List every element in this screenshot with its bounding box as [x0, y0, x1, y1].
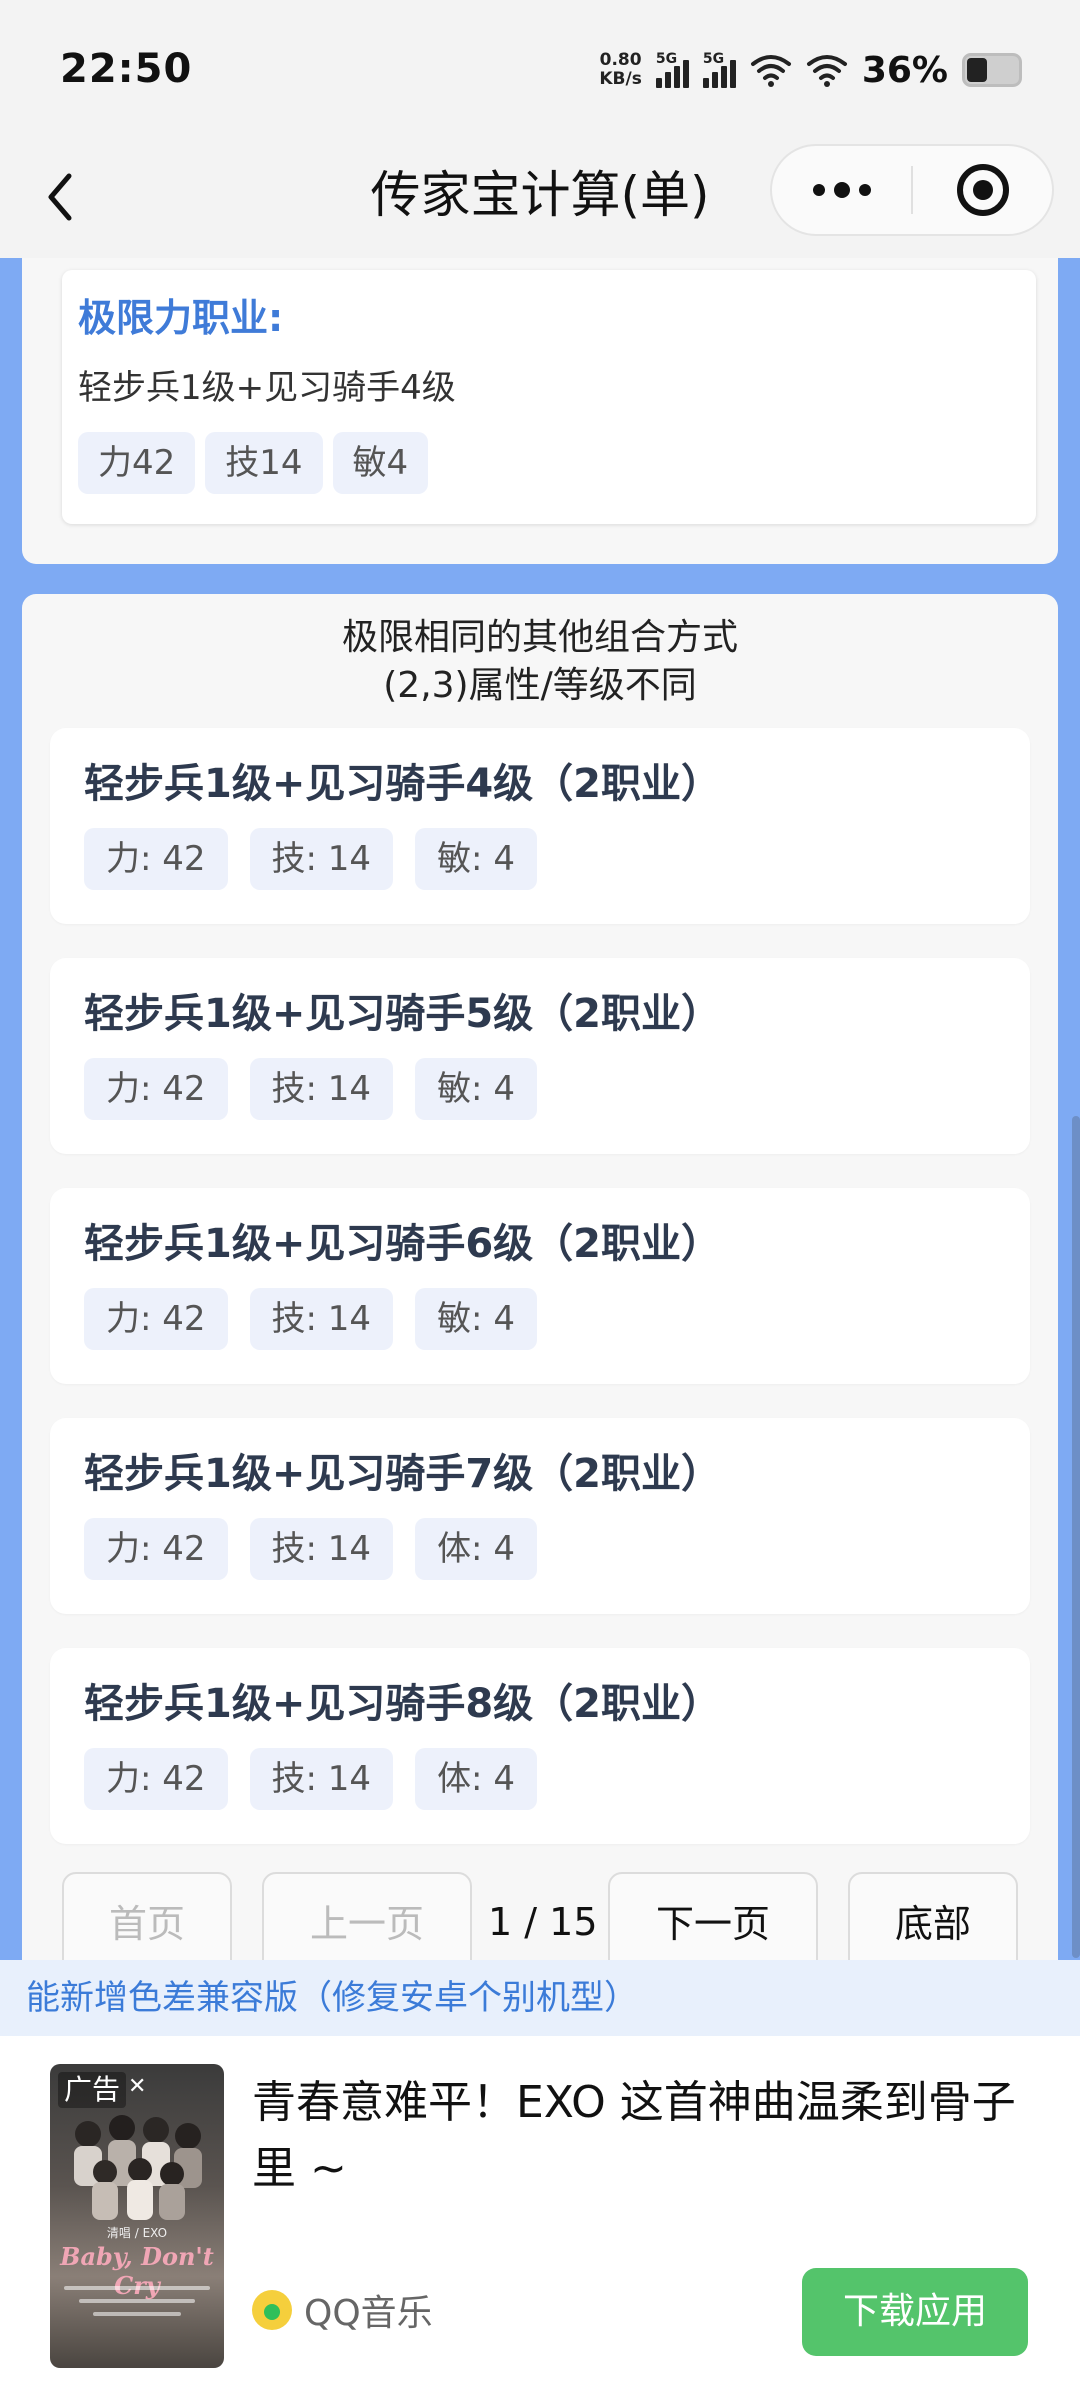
page-indicator: 1 / 15: [488, 1900, 598, 1944]
ad-banner[interactable]: 广告 ✕ 清唱 / EXO Baby, Don't Cry 青春意难平！EXO …: [0, 2036, 1080, 2400]
stat-chip: 敏4: [332, 432, 429, 494]
combos-panel: 极限相同的其他组合方式 (2,3)属性/等级不同 轻步兵1级+见习骑手4级（2职…: [22, 594, 1058, 1960]
prev-page-button[interactable]: 上一页: [262, 1872, 472, 1960]
battery-percent: 36%: [861, 49, 948, 91]
stat-chip: 技14: [205, 432, 323, 494]
bottom-button[interactable]: 底部: [848, 1872, 1018, 1960]
main-content[interactable]: 极限力职业: 轻步兵1级+见习骑手4级 力42 技14 敏4 极限相同的其他组合…: [0, 258, 1080, 1960]
pagination: 首页 上一页 1 / 15 下一页 底部: [40, 1872, 1040, 1960]
stat-chip: 体: 4: [415, 1748, 537, 1810]
combo-title: 轻步兵1级+见习骑手4级（2职业）: [84, 761, 722, 807]
navigation-bar: 传家宝计算(单): [0, 140, 1080, 258]
stat-chip: 力: 42: [84, 1058, 228, 1120]
combo-stats: 力: 42 技: 14 体: 4: [84, 1748, 996, 1810]
ad-poster-image[interactable]: 广告 ✕ 清唱 / EXO Baby, Don't Cry: [50, 2064, 224, 2368]
signal-icon: 5G: [702, 51, 736, 88]
close-mini-program-button[interactable]: [913, 146, 1052, 234]
stat-chip: 敏: 4: [415, 1058, 537, 1120]
more-dot-icon: [858, 184, 871, 196]
stat-chip: 力: 42: [84, 1518, 228, 1580]
battery-icon: [962, 53, 1022, 87]
poster-subtitle: 清唱 / EXO: [106, 2226, 168, 2240]
limit-description: 轻步兵1级+见习骑手4级: [78, 368, 456, 408]
stat-chip: 技: 14: [249, 1058, 394, 1120]
hotspot-wifi-icon: [750, 55, 791, 87]
more-dot-icon: [812, 184, 825, 196]
stat-chip: 技: 14: [249, 1748, 394, 1810]
stat-chip: 体: 4: [415, 1518, 537, 1580]
ad-headline[interactable]: 青春意难平！EXO 这首神曲温柔到骨子里 ~: [252, 2070, 1042, 2202]
status-icons: 0.80 KB/s 5G 5G 36%: [599, 48, 1022, 92]
scrollbar[interactable]: [1072, 1116, 1080, 1958]
network-speed-unit: KB/s: [599, 69, 642, 89]
combo-title: 轻步兵1级+见习骑手5级（2职业）: [84, 991, 722, 1037]
ad-source: QQ音乐: [252, 2284, 433, 2336]
poster-fine-print: [64, 2286, 210, 2346]
combo-card[interactable]: 轻步兵1级+见习骑手4级（2职业） 力: 42 技: 14 敏: 4: [50, 728, 1030, 924]
stat-chip: 技: 14: [249, 1518, 394, 1580]
signal-5g-label: 5G: [655, 51, 678, 67]
limit-stats: 力42 技14 敏4: [78, 432, 1020, 494]
stat-chip: 力: 42: [84, 828, 228, 890]
stat-chip: 力: 42: [84, 1748, 228, 1810]
ad-badge: 广告: [58, 2072, 127, 2108]
combo-card[interactable]: 轻步兵1级+见习骑手6级（2职业） 力: 42 技: 14 敏: 4: [50, 1188, 1030, 1384]
stat-chip: 技: 14: [249, 1288, 394, 1350]
status-bar: 22:50 0.80 KB/s 5G 5G 36%: [0, 0, 1080, 140]
ad-close-icon[interactable]: ✕: [128, 2074, 146, 2099]
combos-heading-line2: (2,3)属性/等级不同: [383, 665, 697, 706]
more-dot-icon: [833, 182, 850, 198]
download-app-button[interactable]: 下载应用: [802, 2268, 1028, 2356]
mini-program-capsule: [770, 144, 1054, 236]
stat-chip: 敏: 4: [415, 828, 537, 890]
combo-title: 轻步兵1级+见习骑手8级（2职业）: [84, 1681, 722, 1727]
combo-stats: 力: 42 技: 14 敏: 4: [84, 1288, 996, 1350]
notice-banner[interactable]: 能新增色差兼容版（修复安卓个别机型）: [0, 1960, 1080, 2036]
signal-5g-label: 5G: [702, 51, 725, 67]
combo-card[interactable]: 轻步兵1级+见习骑手7级（2职业） 力: 42 技: 14 体: 4: [50, 1418, 1030, 1614]
combos-heading: 极限相同的其他组合方式 (2,3)属性/等级不同: [22, 614, 1058, 710]
qq-music-logo-icon: [252, 2290, 292, 2330]
limit-title: 极限力职业:: [78, 296, 284, 340]
combo-card[interactable]: 轻步兵1级+见习骑手5级（2职业） 力: 42 技: 14 敏: 4: [50, 958, 1030, 1154]
status-time: 22:50: [60, 46, 193, 92]
network-speed-value: 0.80: [599, 50, 642, 70]
stat-chip: 力: 42: [84, 1288, 228, 1350]
next-page-button[interactable]: 下一页: [608, 1872, 818, 1960]
stat-chip: 敏: 4: [415, 1288, 537, 1350]
combo-card[interactable]: 轻步兵1级+见习骑手8级（2职业） 力: 42 技: 14 体: 4: [50, 1648, 1030, 1844]
combo-title: 轻步兵1级+见习骑手7级（2职业）: [84, 1451, 722, 1497]
combos-heading-line1: 极限相同的其他组合方式: [341, 617, 738, 658]
stat-chip: 力42: [78, 432, 196, 494]
first-page-button[interactable]: 首页: [62, 1872, 232, 1960]
stat-chip: 技: 14: [249, 828, 394, 890]
combo-stats: 力: 42 技: 14 敏: 4: [84, 828, 996, 890]
more-button[interactable]: [772, 146, 911, 234]
limit-card: 极限力职业: 轻步兵1级+见习骑手4级 力42 技14 敏4: [62, 270, 1036, 524]
group-photo-image: [74, 2115, 202, 2220]
target-icon: [956, 164, 1009, 216]
combo-stats: 力: 42 技: 14 体: 4: [84, 1518, 996, 1580]
ad-source-name: QQ音乐: [304, 2293, 433, 2334]
network-speed: 0.80 KB/s: [599, 51, 641, 89]
signal-icon: 5G: [655, 51, 689, 88]
combo-stats: 力: 42 技: 14 敏: 4: [84, 1058, 996, 1120]
combo-title: 轻步兵1级+见习骑手6级（2职业）: [84, 1221, 722, 1267]
limit-panel: 极限力职业: 轻步兵1级+见习骑手4级 力42 技14 敏4: [22, 258, 1058, 564]
wifi-icon: [806, 55, 847, 87]
